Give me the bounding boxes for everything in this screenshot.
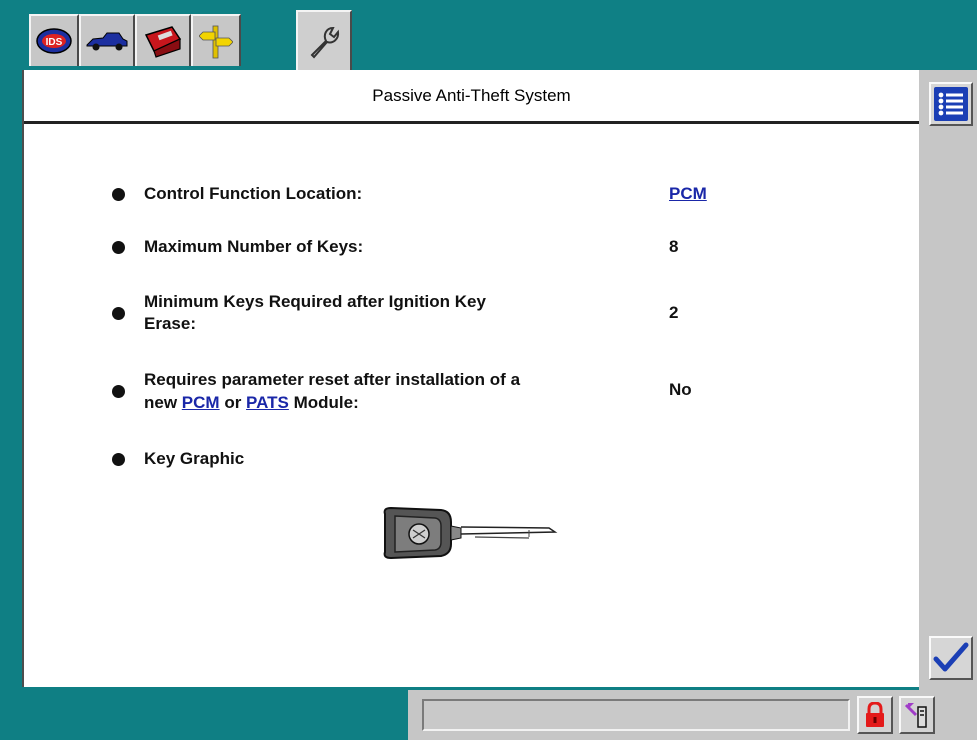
connection-icon bbox=[904, 703, 927, 728]
bullet-icon bbox=[112, 453, 125, 466]
pcm-link[interactable]: PCM bbox=[669, 183, 707, 205]
title-bar: Passive Anti-Theft System bbox=[24, 70, 919, 124]
right-toolbar bbox=[919, 70, 977, 690]
toolbox-icon bbox=[144, 26, 182, 58]
wrench-icon bbox=[310, 26, 340, 59]
vehicle-icon bbox=[86, 32, 128, 51]
bullet-icon bbox=[112, 307, 125, 320]
svg-text:IDS: IDS bbox=[46, 37, 63, 48]
list-icon bbox=[934, 87, 968, 121]
label-text: or bbox=[224, 393, 242, 412]
pats-link[interactable]: PATS bbox=[246, 393, 289, 412]
row-label: Control Function Location: bbox=[144, 184, 363, 203]
row-value: No bbox=[669, 380, 692, 399]
row-value: 8 bbox=[669, 237, 679, 256]
tab-bar: IDS bbox=[0, 0, 977, 72]
row-label: Key Graphic bbox=[144, 449, 245, 468]
tab-wrench[interactable] bbox=[296, 10, 352, 72]
checkmark-icon bbox=[933, 642, 969, 672]
row-label: Maximum Number of Keys: bbox=[144, 237, 364, 256]
ids-logo-icon: IDS bbox=[36, 28, 72, 54]
lock-button[interactable] bbox=[857, 696, 893, 734]
main-panel: Passive Anti-Theft System Control Functi… bbox=[22, 70, 919, 687]
row-value: 2 bbox=[669, 303, 679, 322]
page-title: Passive Anti-Theft System bbox=[372, 85, 571, 105]
key-graphic-image bbox=[383, 506, 558, 560]
label-text: Module: bbox=[293, 393, 359, 412]
tab-toolbox[interactable] bbox=[135, 14, 191, 66]
pcm-link[interactable]: PCM bbox=[182, 393, 220, 412]
status-field bbox=[422, 699, 850, 731]
row-label-line1: Minimum Keys Required after Ignition Key bbox=[144, 292, 486, 311]
confirm-button[interactable] bbox=[929, 636, 973, 680]
lock-icon bbox=[866, 702, 884, 727]
signpost-icon bbox=[199, 25, 233, 59]
row-label-line2: Erase: bbox=[144, 314, 196, 333]
tab-signpost[interactable] bbox=[191, 14, 241, 66]
list-button[interactable] bbox=[929, 82, 973, 126]
bullet-icon bbox=[112, 385, 125, 398]
tab-vehicle[interactable] bbox=[79, 14, 135, 66]
label-text: new bbox=[144, 393, 178, 412]
bullet-icon bbox=[112, 241, 125, 254]
connection-button[interactable] bbox=[899, 696, 935, 734]
tab-ids[interactable]: IDS bbox=[29, 14, 79, 66]
row-label-line1: Requires parameter reset after installat… bbox=[144, 370, 521, 389]
row-label-line2: new PCM or PATS Module: bbox=[144, 392, 359, 414]
bullet-icon bbox=[112, 188, 125, 201]
